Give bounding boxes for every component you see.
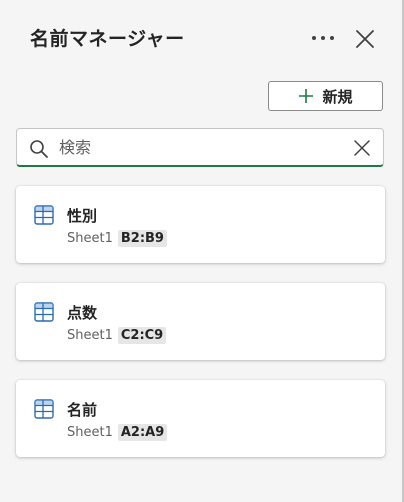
cell-range: B2:B9 <box>117 230 167 247</box>
named-range-card[interactable]: 性別 Sheet1 B2:B9 <box>16 186 385 263</box>
cell-range: C2:C9 <box>117 327 167 344</box>
range-reference: Sheet1 B2:B9 <box>67 230 167 247</box>
search-input[interactable] <box>59 134 339 160</box>
search-icon <box>30 140 48 158</box>
search-box[interactable] <box>16 128 384 167</box>
panel-title: 名前マネージャー <box>30 28 185 50</box>
new-button-label: 新規 <box>322 87 353 106</box>
more-horizontal-icon <box>312 36 334 40</box>
named-range-card[interactable]: 名前 Sheet1 A2:A9 <box>16 380 385 457</box>
named-range-grid-icon <box>34 399 54 419</box>
name-manager-panel: 名前マネージャー 新規 検索 性別 Sheet1 B2:B9 点数 Sheet1… <box>0 0 404 502</box>
clear-icon <box>354 140 370 156</box>
new-name-button[interactable]: 新規 <box>268 81 383 111</box>
range-name: 点数 <box>67 304 98 322</box>
sheet-name: Sheet1 <box>67 425 113 440</box>
range-reference: Sheet1 C2:C9 <box>67 327 167 344</box>
range-reference: Sheet1 A2:A9 <box>67 424 168 441</box>
more-options-button[interactable] <box>306 24 340 52</box>
named-range-grid-icon <box>34 302 54 322</box>
sheet-name: Sheet1 <box>67 328 113 343</box>
range-name: 名前 <box>67 401 98 419</box>
plus-icon <box>299 89 314 103</box>
cell-range: A2:A9 <box>117 424 168 441</box>
named-range-card[interactable]: 点数 Sheet1 C2:C9 <box>16 283 385 360</box>
named-range-grid-icon <box>34 205 54 225</box>
range-name: 性別 <box>67 207 98 225</box>
close-icon <box>356 30 374 48</box>
sheet-name: Sheet1 <box>67 231 113 246</box>
close-button[interactable] <box>350 24 380 54</box>
clear-search-button[interactable] <box>351 137 373 159</box>
